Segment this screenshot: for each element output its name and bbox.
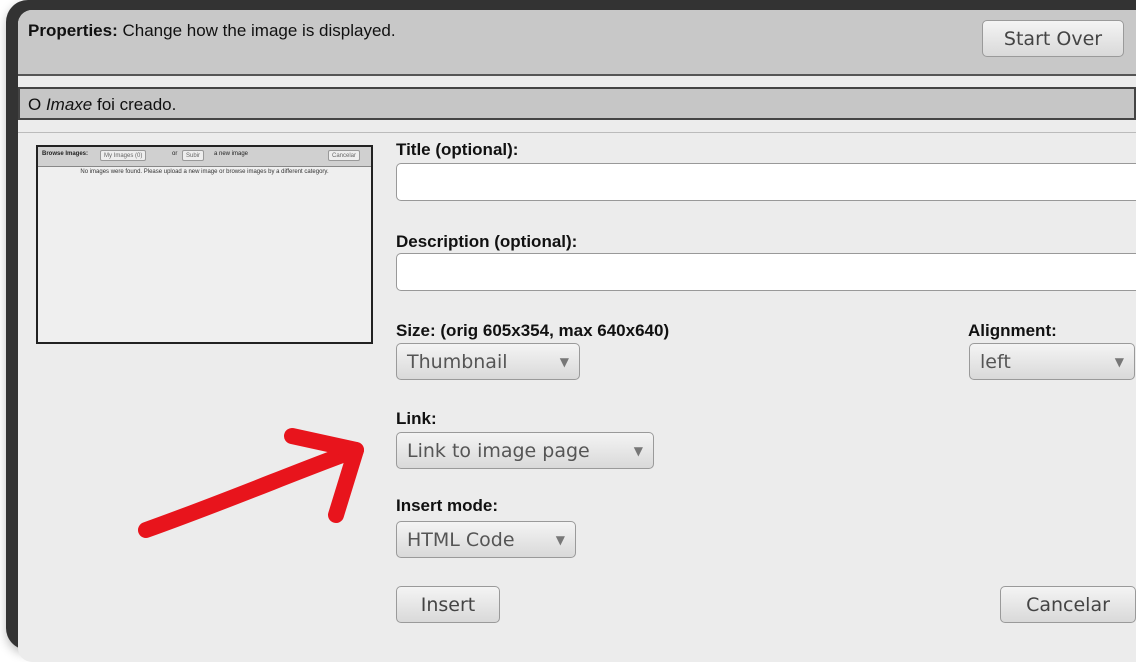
link-label: Link:	[396, 409, 437, 428]
image-preview: Browse Images: My Images (0) or Subir a …	[36, 145, 373, 344]
preview-upload-button: Subir	[182, 150, 205, 161]
divider	[18, 132, 1136, 133]
status-prefix: O	[28, 95, 46, 114]
status-message: O Imaxe foi creado.	[18, 87, 1136, 120]
preview-cancel-button: Cancelar	[328, 150, 361, 161]
cancel-button[interactable]: Cancelar	[1000, 586, 1136, 623]
title-input[interactable]	[396, 163, 1136, 201]
dropdown-arrow-icon: ▼	[559, 354, 569, 369]
title-rest: Change how the image is displayed.	[117, 21, 396, 40]
link-select[interactable]: Link to image page ▼	[396, 432, 654, 469]
dropdown-arrow-icon: ▼	[633, 443, 643, 458]
status-emphasis: Imaxe	[45, 95, 93, 114]
insert-mode-value: HTML Code	[407, 528, 515, 551]
insert-mode-label: Insert mode:	[396, 496, 499, 515]
preview-message: No images were found. Please upload a ne…	[80, 169, 329, 175]
description-input[interactable]	[396, 253, 1136, 291]
header-bar: Properties: Change how the image is disp…	[18, 10, 1136, 76]
dropdown-arrow-icon: ▼	[1114, 354, 1124, 369]
preview-category-select: My Images (0)	[100, 150, 147, 161]
size-value: Thumbnail	[407, 350, 508, 373]
alignment-select[interactable]: left ▼	[969, 343, 1135, 380]
insert-button[interactable]: Insert	[396, 586, 500, 623]
preview-or-text: or	[172, 151, 178, 157]
title-bold: Properties:	[28, 21, 118, 40]
preview-toolbar: Browse Images: My Images (0) or Subir a …	[38, 147, 371, 167]
description-label: Description (optional):	[396, 232, 578, 251]
title-label: Title (optional):	[396, 140, 519, 159]
alignment-label: Alignment:	[968, 321, 1057, 340]
preview-new-image-text: a new image	[214, 151, 249, 157]
start-over-button[interactable]: Start Over	[982, 20, 1124, 57]
status-suffix: foi creado.	[92, 95, 177, 114]
insert-mode-select[interactable]: HTML Code ▼	[396, 521, 576, 558]
link-value: Link to image page	[407, 439, 590, 462]
properties-panel: Properties: Change how the image is disp…	[18, 10, 1136, 662]
size-label: Size: (orig 605x354, max 640x640)	[396, 321, 670, 340]
dropdown-arrow-icon: ▼	[555, 532, 565, 547]
page-title: Properties: Change how the image is disp…	[28, 21, 396, 41]
alignment-value: left	[980, 350, 1011, 373]
preview-browse-label: Browse Images:	[42, 151, 89, 157]
size-select[interactable]: Thumbnail ▼	[396, 343, 580, 380]
